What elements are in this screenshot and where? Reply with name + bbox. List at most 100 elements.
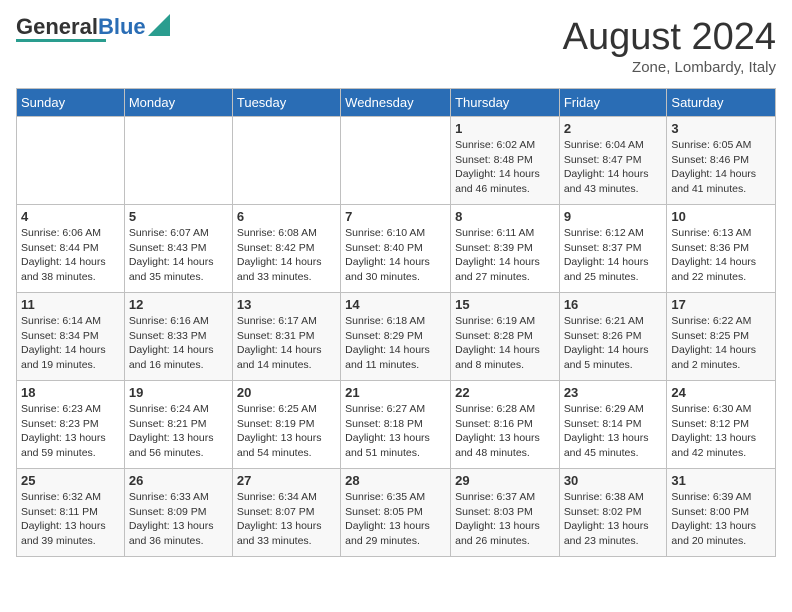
cell-0-5: 2Sunrise: 6:04 AM Sunset: 8:47 PM Daylig… bbox=[559, 117, 667, 205]
day-number: 29 bbox=[455, 473, 555, 488]
day-number: 20 bbox=[237, 385, 336, 400]
day-info: Sunrise: 6:27 AM Sunset: 8:18 PM Dayligh… bbox=[345, 402, 446, 461]
cell-2-2: 13 Sunrise: 6:17 AM Sunset: 8:31 PM Dayli… bbox=[232, 293, 340, 381]
day-info: Sunrise: 6:22 AM Sunset: 8:25 PM Dayligh… bbox=[671, 314, 771, 373]
cell-3-6: 24 Sunrise: 6:30 AM Sunset: 8:12 PM Dayli… bbox=[667, 381, 776, 469]
day-info: Sunrise: 6:39 AM Sunset: 8:00 PM Dayligh… bbox=[671, 490, 771, 549]
header: GeneralBlue August 2024 Zone, Lombardy, … bbox=[16, 16, 776, 76]
cell-1-4: 8Sunrise: 6:11 AM Sunset: 8:39 PM Daylig… bbox=[451, 205, 560, 293]
cell-1-6: 10 Sunrise: 6:13 AM Sunset: 8:36 PM Dayli… bbox=[667, 205, 776, 293]
cell-3-4: 22 Sunrise: 6:28 AM Sunset: 8:16 PM Dayli… bbox=[451, 381, 560, 469]
day-info: Sunrise: 6:17 AM Sunset: 8:31 PM Dayligh… bbox=[237, 314, 336, 373]
logo-text: GeneralBlue bbox=[16, 16, 146, 38]
cell-0-6: 3 Sunrise: 6:05 AM Sunset: 8:46 PM Daylig… bbox=[667, 117, 776, 205]
cell-2-3: 14 Sunrise: 6:18 AM Sunset: 8:29 PM Dayli… bbox=[341, 293, 451, 381]
cell-1-3: 7Sunrise: 6:10 AM Sunset: 8:40 PM Daylig… bbox=[341, 205, 451, 293]
cell-0-3 bbox=[341, 117, 451, 205]
cell-0-1 bbox=[124, 117, 232, 205]
cell-1-2: 6Sunrise: 6:08 AM Sunset: 8:42 PM Daylig… bbox=[232, 205, 340, 293]
day-info: Sunrise: 6:06 AM Sunset: 8:44 PM Dayligh… bbox=[21, 226, 120, 285]
cell-0-0 bbox=[17, 117, 125, 205]
day-info: Sunrise: 6:24 AM Sunset: 8:21 PM Dayligh… bbox=[129, 402, 228, 461]
week-row-5: 25Sunrise: 6:32 AM Sunset: 8:11 PM Dayli… bbox=[17, 469, 776, 557]
cell-3-3: 21 Sunrise: 6:27 AM Sunset: 8:18 PM Dayli… bbox=[341, 381, 451, 469]
cell-1-1: 5Sunrise: 6:07 AM Sunset: 8:43 PM Daylig… bbox=[124, 205, 232, 293]
day-info: Sunrise: 6:13 AM Sunset: 8:36 PM Dayligh… bbox=[671, 226, 771, 285]
day-number: 17 bbox=[671, 297, 771, 312]
cell-4-5: 30 Sunrise: 6:38 AM Sunset: 8:02 PM Dayli… bbox=[559, 469, 667, 557]
weekday-monday: Monday bbox=[124, 89, 232, 117]
weekday-tuesday: Tuesday bbox=[232, 89, 340, 117]
weekday-thursday: Thursday bbox=[451, 89, 560, 117]
logo-general: General bbox=[16, 14, 98, 39]
day-number: 24 bbox=[671, 385, 771, 400]
week-row-2: 4 Sunrise: 6:06 AM Sunset: 8:44 PM Daylig… bbox=[17, 205, 776, 293]
cell-3-1: 19 Sunrise: 6:24 AM Sunset: 8:21 PM Dayli… bbox=[124, 381, 232, 469]
title-area: August 2024 Zone, Lombardy, Italy bbox=[563, 16, 776, 76]
logo-underline bbox=[16, 39, 106, 42]
day-number: 31 bbox=[671, 473, 771, 488]
subtitle: Zone, Lombardy, Italy bbox=[563, 59, 776, 76]
day-info: Sunrise: 6:23 AM Sunset: 8:23 PM Dayligh… bbox=[21, 402, 120, 461]
day-info: Sunrise: 6:08 AM Sunset: 8:42 PM Dayligh… bbox=[237, 226, 336, 285]
day-info: Sunrise: 6:05 AM Sunset: 8:46 PM Dayligh… bbox=[671, 138, 771, 197]
day-info: Sunrise: 6:02 AM Sunset: 8:48 PM Dayligh… bbox=[455, 138, 555, 197]
day-number: 15 bbox=[455, 297, 555, 312]
weekday-saturday: Saturday bbox=[667, 89, 776, 117]
day-number: 4 bbox=[21, 209, 120, 224]
cell-4-2: 27Sunrise: 6:34 AM Sunset: 8:07 PM Dayli… bbox=[232, 469, 340, 557]
day-number: 19 bbox=[129, 385, 228, 400]
cell-2-4: 15 Sunrise: 6:19 AM Sunset: 8:28 PM Dayli… bbox=[451, 293, 560, 381]
day-number: 10 bbox=[671, 209, 771, 224]
day-info: Sunrise: 6:18 AM Sunset: 8:29 PM Dayligh… bbox=[345, 314, 446, 373]
cell-1-0: 4 Sunrise: 6:06 AM Sunset: 8:44 PM Daylig… bbox=[17, 205, 125, 293]
day-number: 12 bbox=[129, 297, 228, 312]
day-info: Sunrise: 6:07 AM Sunset: 8:43 PM Dayligh… bbox=[129, 226, 228, 285]
day-number: 27 bbox=[237, 473, 336, 488]
day-info: Sunrise: 6:30 AM Sunset: 8:12 PM Dayligh… bbox=[671, 402, 771, 461]
day-number: 13 bbox=[237, 297, 336, 312]
day-info: Sunrise: 6:25 AM Sunset: 8:19 PM Dayligh… bbox=[237, 402, 336, 461]
day-number: 28 bbox=[345, 473, 446, 488]
cell-1-5: 9 Sunrise: 6:12 AM Sunset: 8:37 PM Daylig… bbox=[559, 205, 667, 293]
week-row-4: 18 Sunrise: 6:23 AM Sunset: 8:23 PM Dayli… bbox=[17, 381, 776, 469]
day-info: Sunrise: 6:16 AM Sunset: 8:33 PM Dayligh… bbox=[129, 314, 228, 373]
day-info: Sunrise: 6:38 AM Sunset: 8:02 PM Dayligh… bbox=[564, 490, 663, 549]
cell-2-5: 16 Sunrise: 6:21 AM Sunset: 8:26 PM Dayli… bbox=[559, 293, 667, 381]
day-number: 26 bbox=[129, 473, 228, 488]
cell-3-0: 18 Sunrise: 6:23 AM Sunset: 8:23 PM Dayli… bbox=[17, 381, 125, 469]
day-number: 18 bbox=[21, 385, 120, 400]
calendar-table: SundayMondayTuesdayWednesdayThursdayFrid… bbox=[16, 88, 776, 557]
day-info: Sunrise: 6:10 AM Sunset: 8:40 PM Dayligh… bbox=[345, 226, 446, 285]
cell-4-1: 26Sunrise: 6:33 AM Sunset: 8:09 PM Dayli… bbox=[124, 469, 232, 557]
day-number: 8 bbox=[455, 209, 555, 224]
day-number: 14 bbox=[345, 297, 446, 312]
day-number: 21 bbox=[345, 385, 446, 400]
cell-0-2 bbox=[232, 117, 340, 205]
day-info: Sunrise: 6:28 AM Sunset: 8:16 PM Dayligh… bbox=[455, 402, 555, 461]
cell-2-0: 11Sunrise: 6:14 AM Sunset: 8:34 PM Dayli… bbox=[17, 293, 125, 381]
day-info: Sunrise: 6:19 AM Sunset: 8:28 PM Dayligh… bbox=[455, 314, 555, 373]
day-number: 16 bbox=[564, 297, 663, 312]
day-number: 30 bbox=[564, 473, 663, 488]
cell-3-5: 23 Sunrise: 6:29 AM Sunset: 8:14 PM Dayli… bbox=[559, 381, 667, 469]
week-row-1: 1Sunrise: 6:02 AM Sunset: 8:48 PM Daylig… bbox=[17, 117, 776, 205]
weekday-header-row: SundayMondayTuesdayWednesdayThursdayFrid… bbox=[17, 89, 776, 117]
logo-blue: Blue bbox=[98, 14, 146, 39]
cell-4-3: 28 Sunrise: 6:35 AM Sunset: 8:05 PM Dayli… bbox=[341, 469, 451, 557]
day-info: Sunrise: 6:04 AM Sunset: 8:47 PM Dayligh… bbox=[564, 138, 663, 197]
day-info: Sunrise: 6:12 AM Sunset: 8:37 PM Dayligh… bbox=[564, 226, 663, 285]
day-number: 9 bbox=[564, 209, 663, 224]
cell-4-4: 29Sunrise: 6:37 AM Sunset: 8:03 PM Dayli… bbox=[451, 469, 560, 557]
day-number: 3 bbox=[671, 121, 771, 136]
day-info: Sunrise: 6:35 AM Sunset: 8:05 PM Dayligh… bbox=[345, 490, 446, 549]
cell-4-6: 31 Sunrise: 6:39 AM Sunset: 8:00 PM Dayli… bbox=[667, 469, 776, 557]
day-info: Sunrise: 6:29 AM Sunset: 8:14 PM Dayligh… bbox=[564, 402, 663, 461]
day-number: 22 bbox=[455, 385, 555, 400]
day-number: 11 bbox=[21, 297, 120, 312]
cell-2-1: 12 Sunrise: 6:16 AM Sunset: 8:33 PM Dayli… bbox=[124, 293, 232, 381]
day-info: Sunrise: 6:21 AM Sunset: 8:26 PM Dayligh… bbox=[564, 314, 663, 373]
day-info: Sunrise: 6:32 AM Sunset: 8:11 PM Dayligh… bbox=[21, 490, 120, 549]
day-number: 23 bbox=[564, 385, 663, 400]
cell-0-4: 1Sunrise: 6:02 AM Sunset: 8:48 PM Daylig… bbox=[451, 117, 560, 205]
